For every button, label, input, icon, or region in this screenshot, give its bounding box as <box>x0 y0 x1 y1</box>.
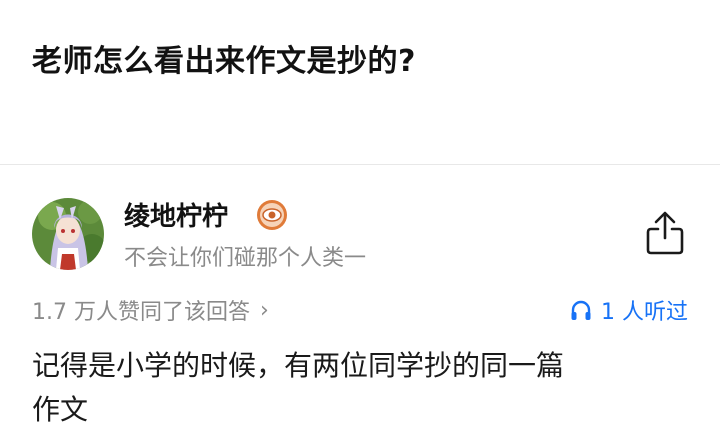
eye-badge-icon[interactable] <box>256 199 288 231</box>
avatar[interactable] <box>32 198 104 270</box>
answer-line: 记得是小学的时候，有两位同学抄的同一篇 <box>32 349 565 382</box>
author-name[interactable]: 绫地柠柠 <box>124 196 228 233</box>
approvals-link[interactable]: 1.7 万人赞同了该回答 › <box>32 294 269 326</box>
anime-avatar-image <box>32 198 104 270</box>
answer-text[interactable]: 记得是小学的时候，有两位同学抄的同一篇 作文 <box>32 344 692 432</box>
headphones-icon <box>571 300 591 320</box>
listeners-button[interactable]: 1 人听过 <box>569 294 688 326</box>
share-button[interactable] <box>644 210 686 256</box>
chevron-right-icon: › <box>259 297 269 323</box>
share-icon <box>646 211 684 255</box>
approvals-text: 1.7 万人赞同了该回答 <box>32 300 250 325</box>
divider <box>0 164 720 165</box>
question-title[interactable]: 老师怎么看出来作文是抄的? <box>32 36 416 80</box>
author-bio: 不会让你们碰那个人类一 <box>124 246 367 271</box>
listeners-text: 1 人听过 <box>601 300 688 325</box>
answer-line: 作文 <box>32 393 89 426</box>
